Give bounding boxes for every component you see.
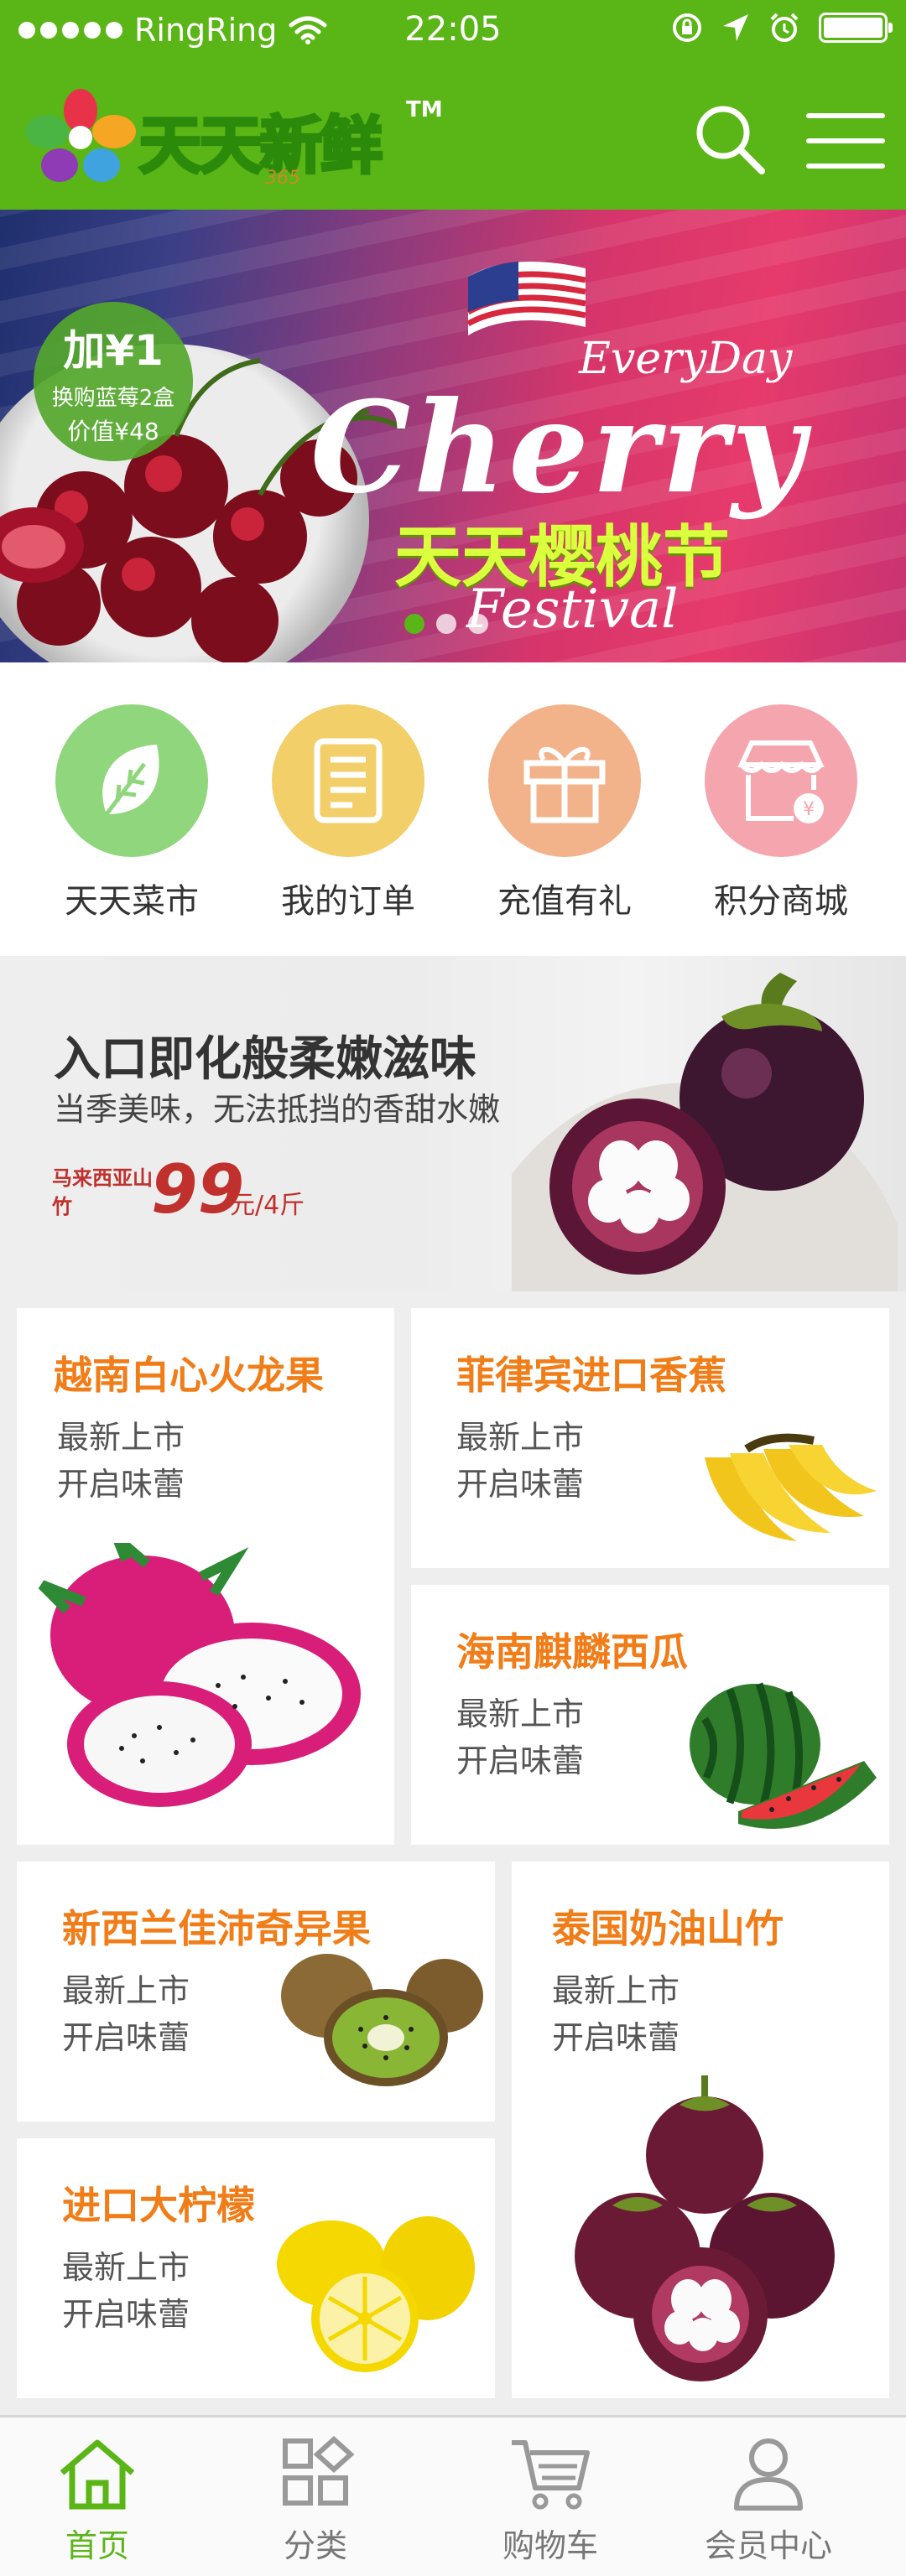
promo-origin: 马来西亚山竹 (52, 1166, 153, 1218)
product-line2: 开启味蕾 (552, 2019, 680, 2056)
rotation-lock-icon (673, 13, 701, 42)
logo-sub: 365 (265, 168, 300, 189)
product-line2: 开启味蕾 (62, 2019, 190, 2056)
promo-badge-price: 加¥1 (63, 326, 164, 375)
banana-image (705, 1433, 877, 1541)
status-bar: RingRing 22:05 (0, 0, 906, 62)
tab-label: 首页 (65, 2527, 129, 2564)
quicknav-label: 天天菜市 (65, 882, 199, 921)
tab-label: 会员中心 (704, 2527, 832, 2564)
product-title: 泰国奶油山竹 (552, 1906, 784, 1951)
quicknav-label: 充值有礼 (497, 882, 632, 921)
store-icon: ¥ (737, 740, 825, 823)
quicknav-recharge[interactable]: 充值有礼 (481, 704, 648, 922)
product-line2: 开启味蕾 (456, 1742, 585, 1779)
watermelon-image (690, 1682, 877, 1829)
quicknav-points-mall[interactable]: ¥ 积分商城 (697, 704, 865, 922)
category-icon (283, 2436, 355, 2506)
cart-icon (512, 2440, 590, 2510)
quicknav-circle (272, 704, 424, 857)
quick-nav: 天天菜市 我的订单 充值有礼 ¥ 积分商城 (0, 662, 906, 956)
promo-badge-line1: 换购蓝莓2盒 (51, 386, 175, 411)
home-icon (60, 2439, 135, 2510)
pager-dot[interactable] (404, 614, 424, 634)
trademark: TM (406, 97, 443, 122)
flower-logo-icon (25, 89, 136, 182)
mangosteen-promo[interactable]: 入口即化般柔嫩滋味 当季美味，无法抵挡的香甜水嫩 马来西亚山竹 99 元/4斤 (0, 956, 906, 1291)
product-card-dragonfruit[interactable]: 越南白心火龙果 最新上市 开启味蕾 (17, 1308, 394, 1845)
lemon-image (277, 2216, 475, 2372)
product-line1: 最新上市 (57, 1419, 185, 1456)
mangosteen-stack-image (575, 2075, 835, 2381)
quicknav-label: 积分商城 (714, 882, 848, 921)
tab-label: 购物车 (502, 2527, 598, 2564)
status-right (671, 12, 893, 44)
product-line1: 最新上市 (456, 1696, 585, 1732)
battery-icon (819, 13, 893, 43)
app-header: RingRing 22:05 天天新鲜 365 TM (0, 0, 906, 210)
banner-pager[interactable] (404, 614, 488, 634)
tab-member-center[interactable]: 会员中心 (685, 2436, 852, 2566)
product-card-mangosteen[interactable]: 泰国奶油山竹 最新上市 开启味蕾 (512, 1862, 889, 2398)
product-line2: 开启味蕾 (57, 1466, 185, 1503)
promo-title: 入口即化般柔嫩滋味 (54, 1032, 476, 1087)
product-line2: 开启味蕾 (62, 2296, 190, 2333)
quicknav-orders[interactable]: 我的订单 (264, 704, 432, 922)
product-line1: 最新上市 (62, 1972, 190, 2009)
promo-subtitle: 当季美味，无法抵挡的香甜水嫩 (54, 1091, 501, 1128)
logo-text: 天天新鲜 (138, 108, 384, 184)
product-card-banana[interactable]: 菲律宾进口香蕉 最新上市 开启味蕾 (411, 1308, 889, 1568)
product-title: 海南麒麟西瓜 (456, 1629, 688, 1675)
product-title: 菲律宾进口香蕉 (456, 1353, 726, 1398)
bottom-tab-bar: 首页 分类 购物车 会员中心 (0, 2415, 906, 2576)
promo-banner[interactable]: 加¥1 换购蓝莓2盒 价值¥48 EveryDay Cherry 天天樱桃节 F… (0, 210, 906, 662)
quicknav-circle: ¥ (705, 704, 857, 857)
banner-festival: Festival (466, 579, 679, 641)
location-arrow-icon (723, 14, 748, 41)
search-button[interactable] (688, 99, 772, 183)
product-card-kiwi[interactable]: 新西兰佳沛奇异果 最新上市 开启味蕾 (17, 1862, 495, 2122)
user-icon (734, 2438, 803, 2511)
pager-dot[interactable] (436, 614, 456, 634)
app-logo[interactable]: 天天新鲜 365 (22, 77, 399, 195)
product-card-watermelon[interactable]: 海南麒麟西瓜 最新上市 开启味蕾 (411, 1585, 889, 1845)
search-icon (696, 106, 765, 174)
tab-category[interactable]: 分类 (232, 2436, 399, 2566)
product-card-lemon[interactable]: 进口大柠檬 最新上市 开启味蕾 (17, 2138, 495, 2398)
product-title: 进口大柠檬 (62, 2183, 255, 2228)
tab-cart[interactable]: 购物车 (466, 2436, 634, 2566)
mangosteen-image (512, 973, 898, 1291)
quicknav-market[interactable]: 天天菜市 (48, 704, 216, 922)
product-line1: 最新上市 (62, 2249, 190, 2286)
menu-button[interactable] (804, 99, 888, 183)
quicknav-circle (55, 704, 208, 857)
svg-text:¥: ¥ (803, 799, 815, 820)
product-line2: 开启味蕾 (456, 1466, 585, 1503)
product-line1: 最新上市 (552, 1972, 680, 2009)
kiwi-image (281, 1954, 483, 2086)
alarm-icon (770, 13, 799, 42)
dragonfruit-image (38, 1543, 361, 1807)
gift-icon (523, 746, 606, 823)
leaf-icon (102, 745, 159, 816)
menu-icon (806, 113, 885, 169)
pager-dot[interactable] (468, 614, 488, 634)
usa-flag-icon (466, 262, 586, 335)
banner-cherry: Cherry (310, 374, 809, 522)
order-list-icon (314, 738, 383, 823)
promo-badge-line2: 价值¥48 (67, 418, 159, 445)
quicknav-label: 我的订单 (281, 882, 415, 921)
product-title: 越南白心火龙果 (54, 1353, 324, 1398)
tab-label: 分类 (283, 2527, 347, 2564)
quicknav-circle (488, 704, 641, 857)
tab-home[interactable]: 首页 (13, 2436, 181, 2566)
promo-unit: 元/4斤 (230, 1191, 305, 1220)
promo-badge[interactable]: 加¥1 换购蓝莓2盒 价值¥48 (34, 302, 193, 461)
product-line1: 最新上市 (456, 1419, 585, 1456)
